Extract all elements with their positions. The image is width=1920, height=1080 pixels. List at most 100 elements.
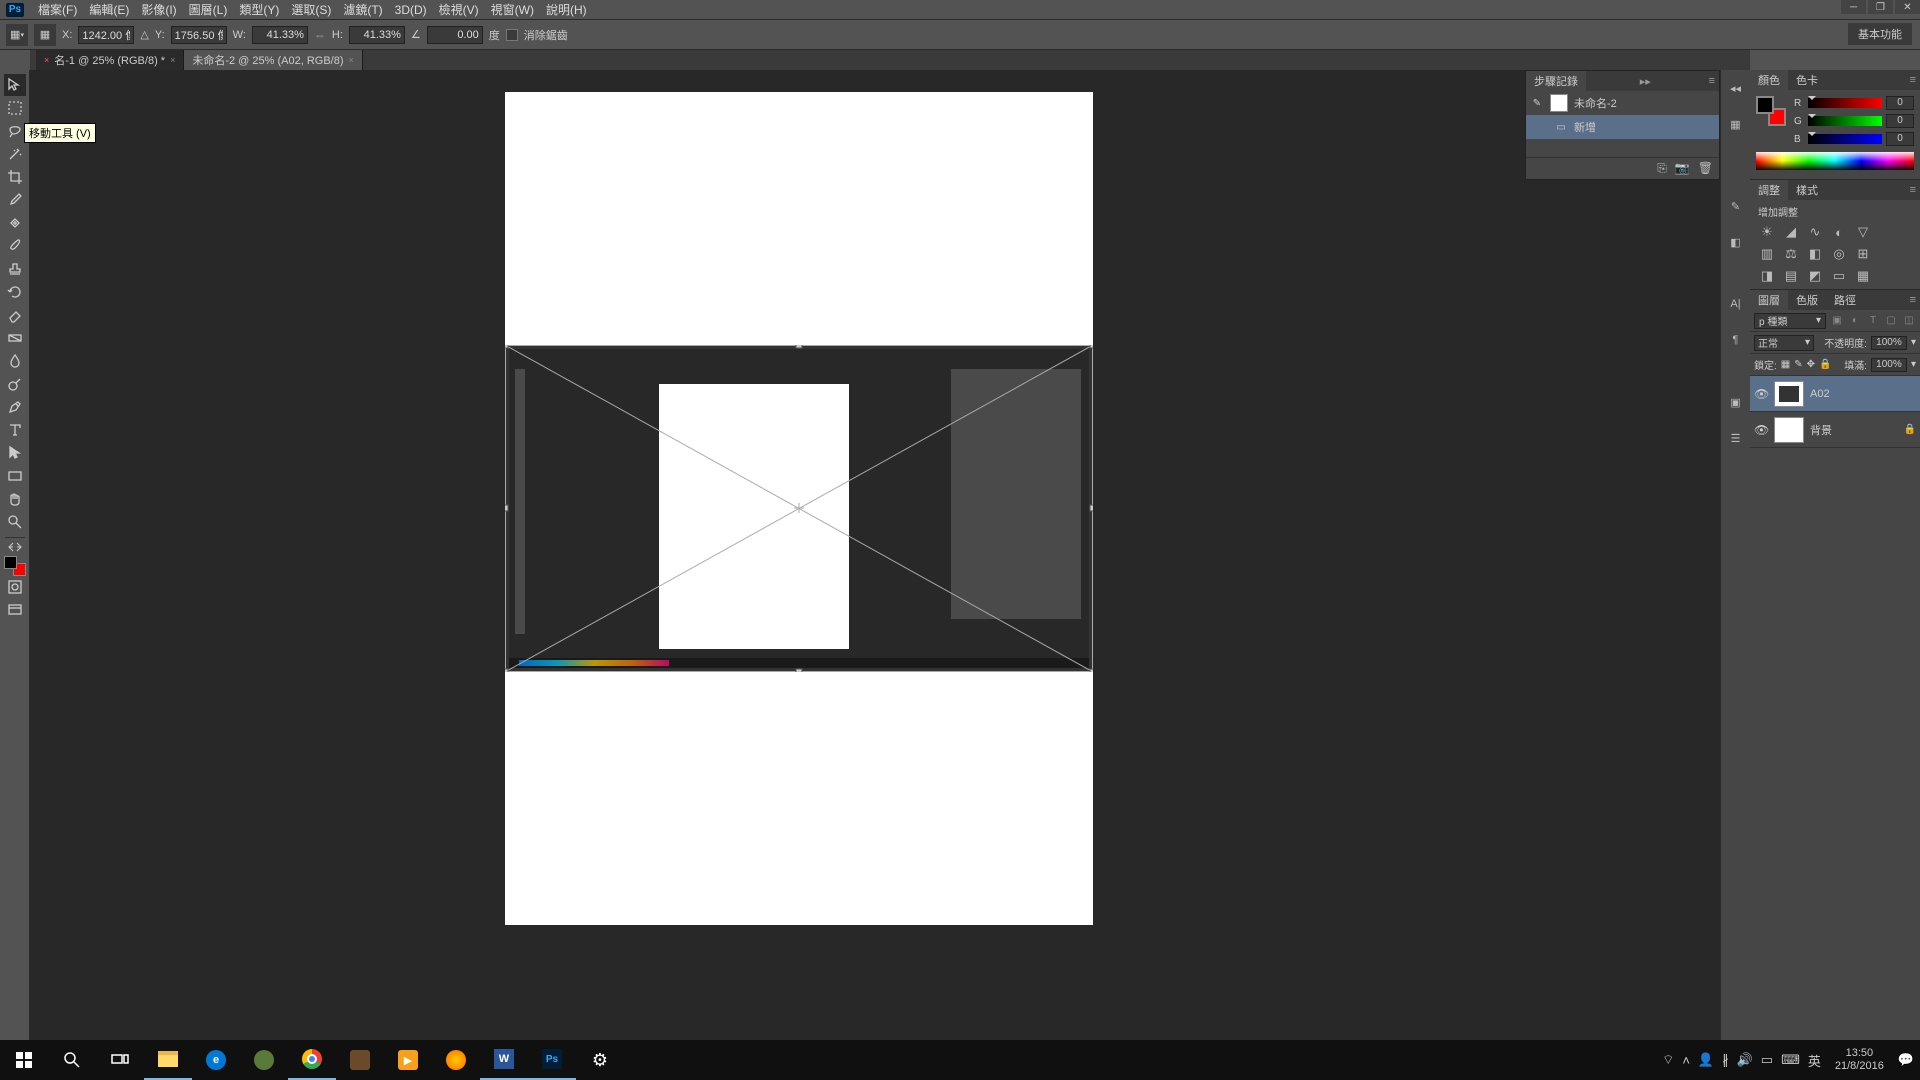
chrome-taskbar-icon[interactable] (288, 1040, 336, 1080)
menu-layer[interactable]: 圖層(L) (183, 0, 234, 20)
layer-thumbnail[interactable] (1774, 417, 1804, 443)
edge-taskbar-icon[interactable]: e (192, 1040, 240, 1080)
panel-menu-icon[interactable]: ≡ (1906, 74, 1920, 86)
close-button[interactable]: ✕ (1895, 0, 1920, 14)
history-snapshot-row[interactable]: ✎ 未命名-2 (1526, 91, 1719, 115)
reference-point-icon[interactable]: ▦ (34, 24, 56, 46)
brushes-panel-icon[interactable]: ✎ (1726, 196, 1746, 216)
photofilter-icon[interactable]: ◎ (1830, 245, 1848, 263)
angle-field[interactable] (427, 26, 483, 44)
filter-shape-icon[interactable]: ▢ (1884, 314, 1898, 328)
crop-tool[interactable] (4, 166, 26, 188)
tray-clock[interactable]: 13:50 21/8/2016 (1829, 1047, 1890, 1073)
lock-all-icon[interactable]: 🔒 (1819, 359, 1831, 370)
swatches-tab[interactable]: 色卡 (1788, 70, 1826, 90)
panel-menu-icon[interactable]: ≡ (1906, 294, 1920, 306)
menu-image[interactable]: 影像(I) (135, 0, 182, 20)
word-taskbar-icon[interactable]: W (480, 1040, 528, 1080)
delete-state-icon[interactable]: 🗑 (1698, 161, 1713, 176)
r-slider[interactable] (1808, 98, 1882, 108)
keyboard-icon[interactable]: ⌨ (1781, 1052, 1800, 1068)
posterize-icon[interactable]: ▤ (1782, 267, 1800, 285)
lock-transparent-icon[interactable]: ▦ (1781, 359, 1790, 370)
menu-edit[interactable]: 編輯(E) (83, 0, 135, 20)
selective-icon[interactable]: ▦ (1854, 267, 1872, 285)
menu-help[interactable]: 說明(H) (540, 0, 593, 20)
pen-tool[interactable] (4, 396, 26, 418)
app2-taskbar-icon[interactable] (336, 1040, 384, 1080)
hand-tool[interactable] (4, 488, 26, 510)
swap-colors-icon[interactable] (4, 541, 26, 551)
exposure-icon[interactable]: ◐ (1830, 223, 1848, 241)
menu-file[interactable]: 檔案(F) (32, 0, 83, 20)
paragraph-panel-icon[interactable]: ¶ (1726, 330, 1746, 350)
opacity-field[interactable]: 100% (1871, 336, 1907, 350)
people-icon[interactable]: 👤 (1698, 1052, 1714, 1068)
paths-tab[interactable]: 路徑 (1826, 290, 1864, 310)
maximize-button[interactable]: ❐ (1868, 0, 1893, 14)
lasso-tool[interactable] (4, 120, 26, 142)
g-value[interactable]: 0 (1886, 114, 1914, 128)
taskview-button[interactable] (96, 1040, 144, 1080)
rectangle-tool[interactable] (4, 465, 26, 487)
menu-window[interactable]: 視窗(W) (485, 0, 540, 20)
new-snapshot-icon[interactable]: 📷 (1675, 161, 1690, 176)
foreground-color[interactable] (4, 556, 17, 569)
info-panel-icon[interactable]: ☰ (1726, 428, 1746, 448)
eyedropper-tool[interactable] (4, 189, 26, 211)
color-spectrum[interactable] (1756, 152, 1914, 170)
layer-row[interactable]: 👁 A02 (1750, 376, 1920, 412)
battery-icon[interactable]: ▭ (1761, 1052, 1773, 1068)
notifications-icon[interactable]: 💬 (1898, 1052, 1914, 1068)
type-tool[interactable] (4, 419, 26, 441)
gradient-tool[interactable] (4, 327, 26, 349)
filter-adjust-icon[interactable]: ◐ (1848, 314, 1862, 328)
visibility-toggle-icon[interactable]: 👁 (1754, 423, 1768, 437)
layer-name[interactable]: 背景 (1810, 422, 1832, 438)
adjustments-tab[interactable]: 調整 (1750, 180, 1788, 200)
layer-filter-select[interactable]: p 種類▾ (1754, 313, 1826, 329)
visibility-toggle-icon[interactable]: 👁 (1754, 387, 1768, 401)
blend-mode-select[interactable]: 正常▾ (1754, 335, 1814, 351)
fill-field[interactable]: 100% (1871, 358, 1907, 372)
color-swatch-panel[interactable] (1756, 96, 1786, 126)
styles-tab[interactable]: 樣式 (1788, 180, 1826, 200)
vibrance-icon[interactable]: ▽ (1854, 223, 1872, 241)
document-tab-1[interactable]: × 名-1 @ 25% (RGB/8) * × (36, 50, 184, 70)
screenmode-tool[interactable] (4, 599, 26, 621)
tool-preset-icon[interactable]: ▦▾ (6, 24, 28, 46)
b-slider[interactable] (1808, 134, 1882, 144)
tab-close-icon[interactable]: × (170, 55, 175, 65)
x-field[interactable] (78, 26, 134, 44)
curves-icon[interactable]: ∿ (1806, 223, 1824, 241)
stamp-tool[interactable] (4, 258, 26, 280)
y-field[interactable] (171, 26, 227, 44)
levels-icon[interactable]: ◢ (1782, 223, 1800, 241)
dodge-tool[interactable] (4, 373, 26, 395)
app-taskbar-icon[interactable] (240, 1040, 288, 1080)
panel-collapse-icon[interactable]: ▸▸ (1636, 75, 1655, 88)
swatches-panel-icon[interactable]: ▦ (1726, 114, 1746, 134)
menu-3d[interactable]: 3D(D) (389, 1, 433, 19)
settings-taskbar-icon[interactable]: ⚙ (576, 1040, 624, 1080)
history-step-row[interactable]: ▭ 新增 (1526, 115, 1719, 139)
ime-icon[interactable]: 英 (1808, 1051, 1821, 1070)
link-icon[interactable]: ⇔ (314, 28, 326, 42)
channels-tab[interactable]: 色版 (1788, 290, 1826, 310)
workspace-switcher[interactable]: 基本功能 (1848, 23, 1912, 45)
brush-tool[interactable] (4, 235, 26, 257)
layer-name[interactable]: A02 (1810, 388, 1830, 400)
b-value[interactable]: 0 (1886, 132, 1914, 146)
canvas-area[interactable] (30, 70, 1750, 1055)
panel-menu-icon[interactable]: ≡ (1705, 75, 1719, 87)
tab-close-icon[interactable]: × (349, 55, 354, 65)
menu-type[interactable]: 類型(Y) (233, 0, 285, 20)
layer-thumbnail[interactable] (1774, 381, 1804, 407)
filter-pixel-icon[interactable]: ▣ (1830, 314, 1844, 328)
bluetooth-icon[interactable]: ∦ (1722, 1052, 1729, 1068)
antialias-checkbox[interactable] (506, 29, 518, 41)
dock-expand-icon[interactable]: ◂◂ (1726, 78, 1746, 98)
styles-panel-icon[interactable]: ◧ (1726, 232, 1746, 252)
colorbalance-icon[interactable]: ⚖ (1782, 245, 1800, 263)
blur-tool[interactable] (4, 350, 26, 372)
